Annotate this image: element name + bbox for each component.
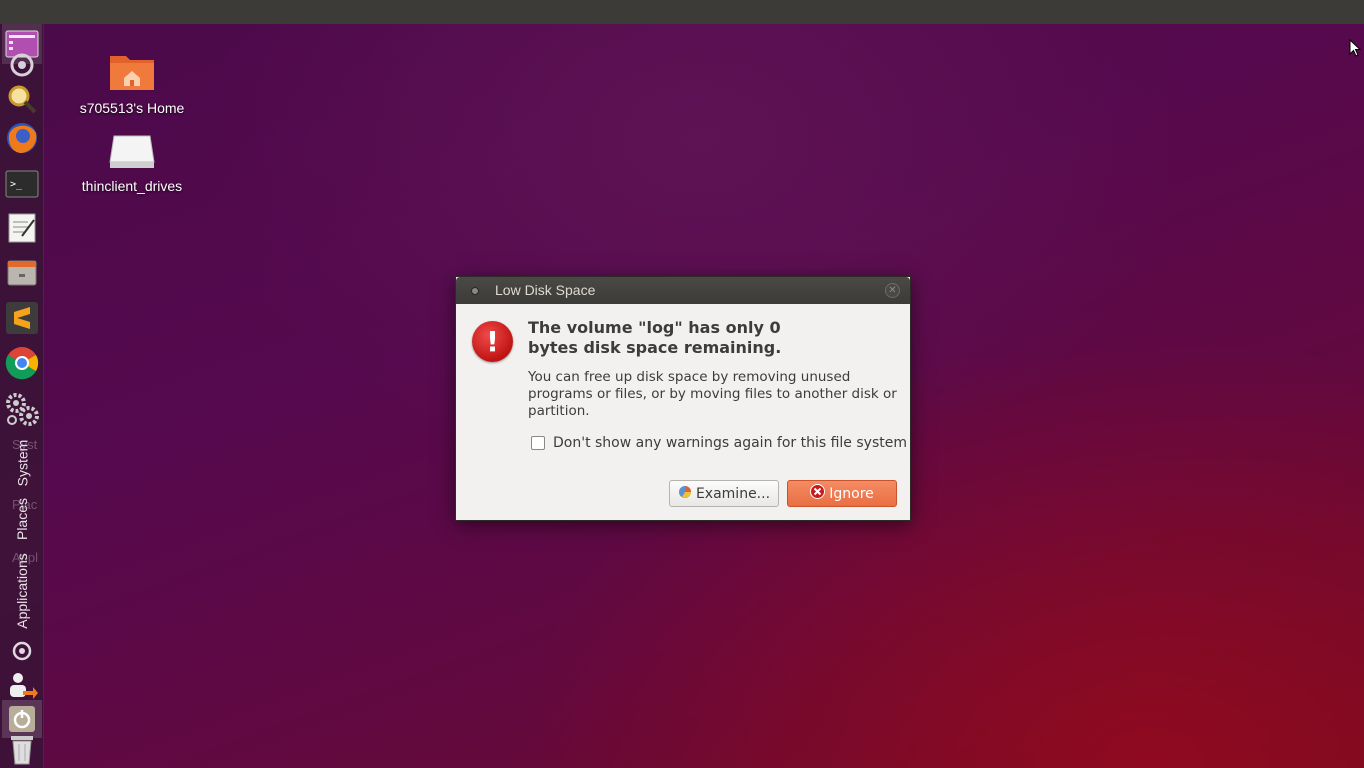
- terminal-icon[interactable]: >_: [2, 164, 42, 204]
- menu-system[interactable]: System: [6, 438, 38, 488]
- desktop-icon-thinclient-drives[interactable]: thinclient_drives: [67, 132, 197, 194]
- low-disk-space-dialog: Low Disk Space ✕ ! The volume "log" has …: [455, 276, 911, 521]
- desktop-icon-home[interactable]: s705513's Home: [67, 50, 197, 116]
- dialog-titlebar[interactable]: Low Disk Space ✕: [456, 277, 910, 304]
- launcher: >_ Syst Plac Appl System Places Applicat…: [0, 24, 44, 768]
- system-settings-icon[interactable]: [2, 389, 42, 429]
- dialog-headline: The volume "log" has only 0 bytes disk s…: [528, 318, 782, 357]
- checkbox-label: Don't show any warnings again for this f…: [553, 435, 907, 451]
- ignore-button[interactable]: Ignore: [787, 480, 897, 507]
- firefox-icon[interactable]: [2, 118, 42, 158]
- desktop-icon-label: thinclient_drives: [81, 178, 183, 194]
- error-icon: !: [472, 321, 513, 362]
- drive-icon: [109, 135, 155, 168]
- close-icon: ✕: [888, 285, 897, 296]
- menu-places[interactable]: Places: [6, 496, 38, 542]
- dialog-title: Low Disk Space: [495, 282, 596, 298]
- dont-show-warnings-checkbox[interactable]: [531, 436, 545, 450]
- close-button[interactable]: ✕: [885, 283, 900, 298]
- text-editor-icon[interactable]: [2, 208, 42, 248]
- sublime-text-icon[interactable]: [2, 298, 42, 338]
- examine-label: Examine...: [695, 485, 771, 502]
- dont-show-warnings-row[interactable]: Don't show any warnings again for this f…: [531, 435, 907, 451]
- ubuntu-logo-icon[interactable]: [2, 634, 42, 668]
- mouse-cursor-icon: [1349, 38, 1362, 61]
- file-manager-icon[interactable]: [2, 253, 42, 293]
- chrome-icon[interactable]: [2, 343, 42, 383]
- search-icon[interactable]: [2, 79, 42, 119]
- menu-applications[interactable]: Applications: [6, 546, 38, 636]
- home-folder-icon: [110, 56, 154, 90]
- trash-icon[interactable]: [2, 730, 42, 768]
- ignore-label: Ignore: [829, 485, 874, 502]
- window-menu-icon[interactable]: [471, 287, 479, 295]
- examine-button[interactable]: Examine...: [669, 480, 779, 507]
- cancel-icon: [810, 484, 826, 503]
- ubuntu-settings-icon[interactable]: [2, 50, 42, 80]
- disk-usage-analyzer-icon: [678, 485, 692, 503]
- dialog-body: You can free up disk space by removing u…: [528, 369, 897, 419]
- desktop-icon-label: s705513's Home: [79, 100, 185, 116]
- top-panel: [0, 0, 1364, 24]
- svg-text:>_: >_: [10, 179, 23, 190]
